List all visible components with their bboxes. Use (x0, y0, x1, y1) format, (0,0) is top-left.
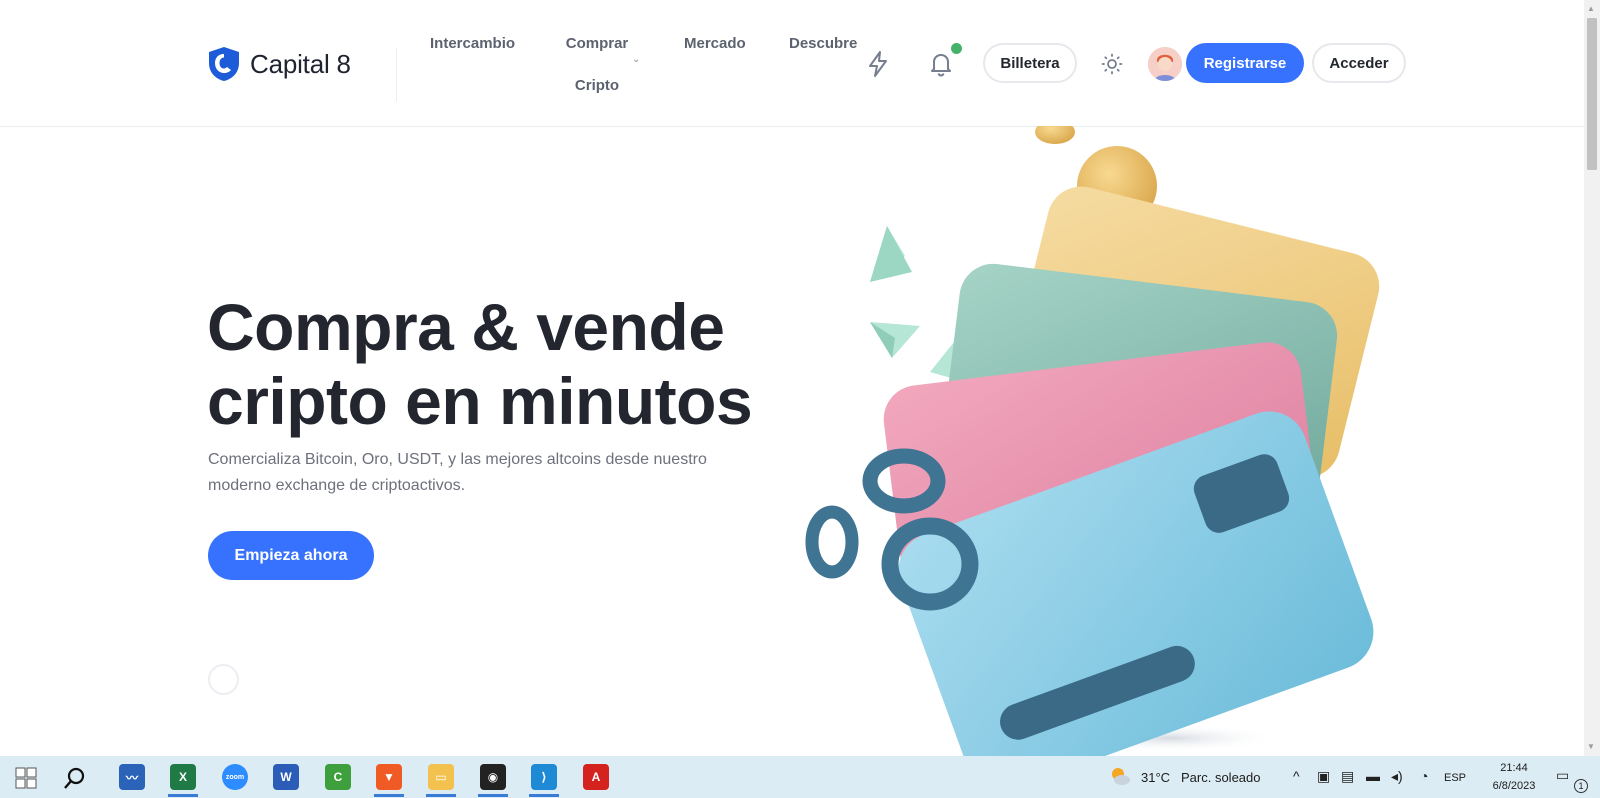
notification-count-badge: 1 (1574, 779, 1588, 793)
clock-date[interactable]: 6/8/2023 (1482, 780, 1546, 792)
scroll-down-circle[interactable] (208, 664, 239, 695)
wallet-button[interactable]: Billetera (983, 43, 1077, 83)
clock-time[interactable]: 21:44 (1482, 762, 1546, 774)
avatar[interactable] (1148, 47, 1182, 81)
wallet-cards-illustration (805, 126, 1380, 756)
incognito-app-icon[interactable]: ◉ (480, 764, 506, 790)
start-now-button[interactable]: Empieza ahora (208, 531, 374, 580)
header-divider (396, 48, 397, 102)
vscode-app-icon[interactable]: ⟩ (531, 764, 557, 790)
battery-icon[interactable]: ▬ (1366, 768, 1380, 784)
scroll-down-icon[interactable]: ▼ (1587, 742, 1595, 751)
brand-logo[interactable]: Capital 8 (207, 46, 351, 82)
scrollbar-thumb[interactable] (1587, 18, 1597, 170)
weather-desc: Parc. soleado (1181, 770, 1261, 785)
language-indicator[interactable]: ESP (1444, 772, 1466, 784)
register-button[interactable]: Registrarse (1186, 43, 1304, 83)
shield-logo-icon (209, 47, 239, 81)
brave-active-indicator (374, 794, 404, 797)
hero-title-line2: cripto en minutos (207, 364, 753, 438)
explorer-active-indicator (426, 794, 456, 797)
word-app-icon[interactable]: W (273, 764, 299, 790)
task-view-app-icon[interactable]: 〰 (119, 764, 145, 790)
site-header: Capital 8 Intercambio Comprar Cripto ⌄ M… (0, 0, 1584, 127)
hero-title: Compra & vende cripto en minutos (207, 290, 807, 438)
login-button[interactable]: Acceder (1312, 43, 1406, 83)
zoom-app-icon[interactable]: zoom (222, 764, 248, 790)
windows-start-icon[interactable] (14, 766, 38, 790)
notifications-icon[interactable]: ▭ (1556, 767, 1569, 784)
search-icon[interactable] (62, 765, 88, 791)
nav-buy-line1: Comprar (565, 35, 629, 52)
nav-mercado[interactable]: Mercado (684, 35, 746, 52)
file-explorer-icon[interactable]: ▭ (428, 764, 454, 790)
volume-icon[interactable]: ◂) (1391, 768, 1403, 785)
lightning-icon[interactable] (864, 49, 892, 79)
acrobat-app-icon[interactable]: A (583, 764, 609, 790)
excel-app-icon[interactable]: X (170, 764, 196, 790)
hero-subtitle: Comercializa Bitcoin, Oro, USDT, y las m… (208, 451, 707, 494)
weather-temp: 31°C (1141, 770, 1171, 785)
hero-title-line1: Compra & vende (207, 290, 725, 364)
meet-now-icon[interactable]: ▣ (1317, 768, 1330, 785)
brand-name: Capital 8 (250, 48, 351, 79)
nav-comprar-cripto[interactable]: Comprar Cripto (560, 34, 634, 96)
brave-browser-icon[interactable]: ▼ (376, 764, 402, 790)
notification-dot (951, 43, 962, 54)
nav-buy-line2: Cripto (574, 77, 620, 94)
chevron-down-icon[interactable]: ⌄ (632, 54, 640, 65)
bell-icon[interactable] (927, 50, 955, 78)
weather-icon[interactable] (1108, 764, 1132, 788)
camtasia-app-icon[interactable]: C (325, 764, 351, 790)
scroll-up-icon[interactable]: ▲ (1587, 4, 1595, 13)
vscode-active-indicator (529, 794, 559, 797)
excel-active-indicator (168, 794, 198, 797)
nav-descubre[interactable]: Descubre (789, 35, 857, 52)
chevron-up-icon[interactable]: ^ (1293, 768, 1300, 784)
wifi-icon[interactable]: ◔ (1420, 768, 1428, 784)
sun-icon[interactable] (1100, 52, 1124, 76)
security-icon[interactable]: ▤ (1341, 768, 1354, 785)
nav-intercambio[interactable]: Intercambio (430, 35, 515, 52)
incognito-active-indicator (478, 794, 508, 797)
